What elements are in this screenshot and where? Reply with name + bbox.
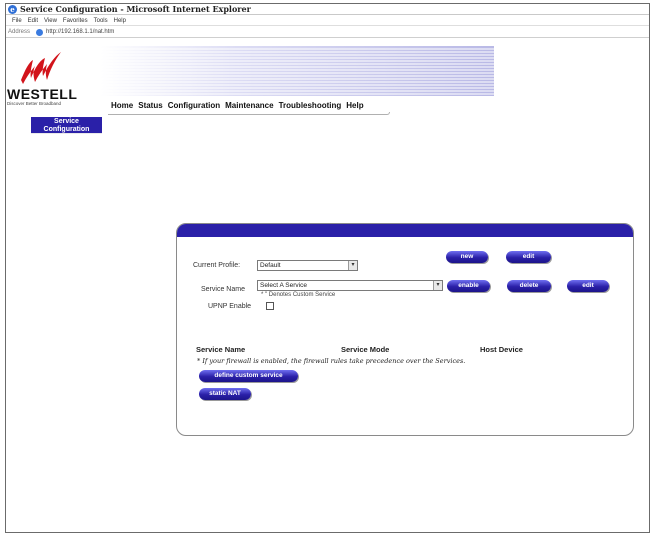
static-nat-button[interactable]: static NAT <box>199 388 251 400</box>
chevron-down-icon: ▾ <box>348 261 357 270</box>
menu-edit[interactable]: Edit <box>28 18 38 24</box>
window-titlebar: e Service Configuration - Microsoft Inte… <box>6 4 649 15</box>
col-service-mode: Service Mode <box>341 345 390 354</box>
address-label: Address <box>8 29 31 35</box>
brand-name: WESTELL <box>7 86 78 102</box>
sidebar-tab-line2: Configuration <box>43 126 90 133</box>
menu-bar: File Edit View Favorites Tools Help <box>6 16 649 26</box>
westell-swoosh-icon <box>21 52 61 84</box>
nav-home[interactable]: Home <box>111 101 133 110</box>
edit-profile-button[interactable]: edit <box>506 251 551 263</box>
nav-underline <box>108 112 390 115</box>
custom-service-note: * " Denotes Custom Service <box>261 292 336 298</box>
westell-logo: WESTELL Discover Better Broadband <box>7 50 79 106</box>
firewall-note: * If your firewall is enabled, the firew… <box>197 357 466 365</box>
nav-maintenance[interactable]: Maintenance <box>225 101 273 110</box>
menu-view[interactable]: View <box>44 18 57 24</box>
menu-tools[interactable]: Tools <box>94 18 108 24</box>
address-bar: Address http://192.168.1.1/nat.htm <box>6 27 649 38</box>
col-service-name: Service Name <box>196 345 246 354</box>
address-input[interactable]: http://192.168.1.1/nat.htm <box>46 29 114 35</box>
upnp-label: UPNP Enable <box>208 303 252 310</box>
window-title: Service Configuration - Microsoft Intern… <box>20 4 251 14</box>
current-profile-label: Current Profile: <box>193 262 241 269</box>
ie-logo-icon: e <box>8 4 17 14</box>
delete-button[interactable]: delete <box>507 280 551 292</box>
current-profile-value: Default <box>260 262 281 269</box>
sidebar-tab-line1: Service <box>54 118 79 125</box>
service-name-value: Select A Service <box>260 282 307 289</box>
nav-status[interactable]: Status <box>138 101 162 110</box>
enable-button[interactable]: enable <box>447 280 490 292</box>
service-name-label: Service Name <box>201 286 245 293</box>
current-profile-select[interactable]: Default ▾ <box>257 260 358 271</box>
edit-service-button[interactable]: edit <box>567 280 609 292</box>
upnp-checkbox[interactable] <box>266 302 274 310</box>
chevron-down-icon: ▾ <box>433 281 442 290</box>
nav-configuration[interactable]: Configuration <box>168 101 220 110</box>
define-custom-service-button[interactable]: define custom service <box>199 370 298 382</box>
service-name-select[interactable]: Select A Service ▾ <box>257 280 443 291</box>
menu-file[interactable]: File <box>12 18 22 24</box>
nav-help[interactable]: Help <box>346 101 363 110</box>
header-stripes <box>100 46 494 96</box>
new-profile-button[interactable]: new <box>446 251 488 263</box>
nav-troubleshooting[interactable]: Troubleshooting <box>279 101 342 110</box>
menu-help[interactable]: Help <box>114 18 126 24</box>
menu-favorites[interactable]: Favorites <box>63 18 88 24</box>
panel-header-bar <box>177 224 633 237</box>
col-host-device: Host Device <box>480 345 523 354</box>
main-nav: Home Status Configuration Maintenance Tr… <box>111 101 364 110</box>
service-config-panel: new edit Current Profile: Default ▾ Serv… <box>176 223 634 436</box>
page-icon <box>36 28 44 36</box>
sidebar-tab-service-configuration[interactable]: Service Configuration <box>31 117 102 134</box>
